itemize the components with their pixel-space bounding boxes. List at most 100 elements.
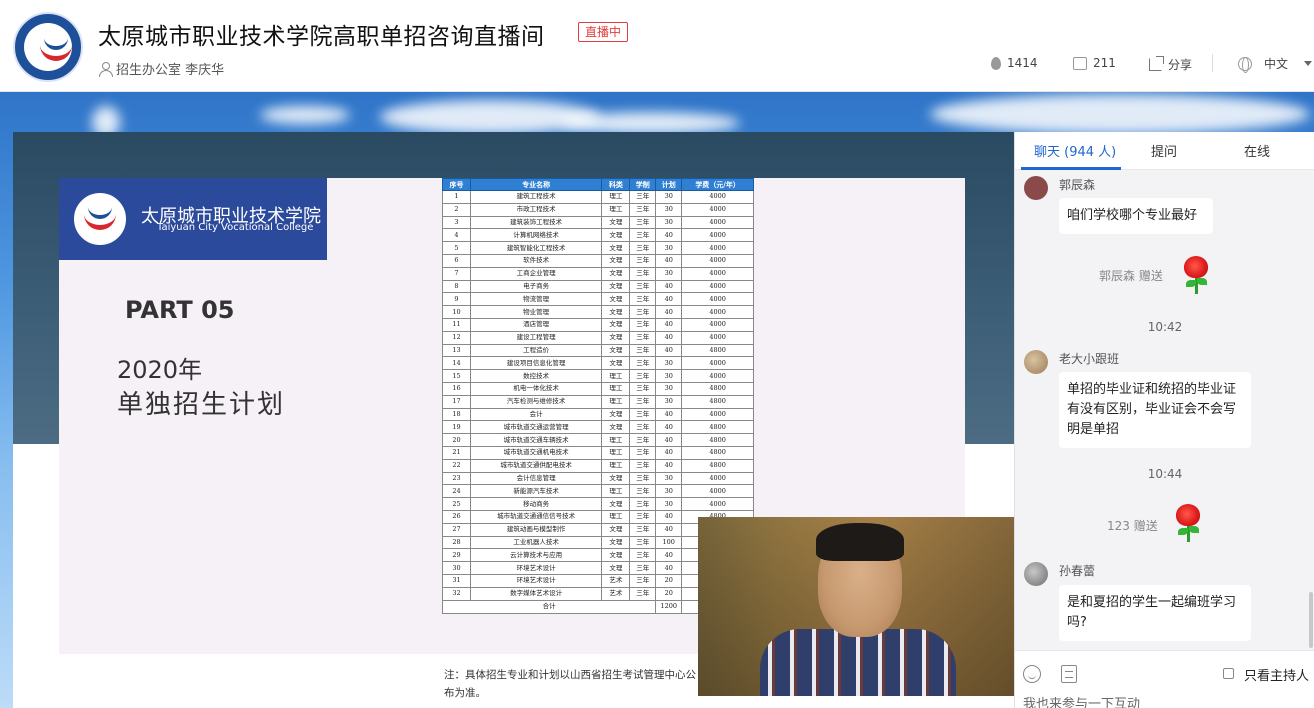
table-cell: 25	[442, 497, 471, 511]
table-cell: 4000	[681, 484, 754, 499]
table-cell: 7	[442, 266, 471, 281]
thumbs-up-icon	[1073, 56, 1087, 70]
header: 太原城市职业技术学院高职单招咨询直播间 直播中 招生办公室 李庆华 1414 2…	[0, 0, 1314, 92]
tab-online[interactable]: 在线	[1244, 141, 1270, 160]
table-cell: 酒店管理	[469, 317, 603, 332]
table-cell: 会计信息管理	[469, 471, 603, 486]
table-cell: 22	[442, 458, 471, 473]
table-cell: 40	[655, 458, 683, 473]
table-cell: 40	[655, 292, 683, 307]
table-row: 5 建筑智能化工程技术 文理 三年 30 4000	[442, 241, 754, 255]
table-cell: 3	[442, 215, 471, 230]
college-logo	[13, 12, 83, 82]
table-cell: 机电一体化技术	[469, 381, 603, 396]
table-cell: 26	[442, 509, 471, 524]
table-cell: 三年	[629, 561, 657, 575]
table-cell: 4000	[681, 202, 754, 217]
rose-icon	[1173, 504, 1203, 544]
table-cell: 4000	[681, 407, 754, 422]
slide-note: 注：具体招生专业和计划以山西省招生考试管理中心公布为准。	[444, 669, 696, 699]
table-cell: 三年	[629, 266, 657, 281]
table-cell: 理工	[601, 433, 631, 447]
person-icon	[98, 61, 113, 77]
table-cell: 40	[655, 445, 683, 460]
slide-banner: 太原城市职业技术学院 Taiyuan City Vocational Colle…	[59, 178, 327, 260]
note-icon[interactable]	[1061, 665, 1077, 683]
active-tab-indicator	[1021, 167, 1121, 170]
language-selector[interactable]: 中文	[1238, 55, 1313, 73]
table-cell: 10	[442, 305, 471, 319]
table-row: 3 建筑装饰工程技术 文理 三年 30 4000	[442, 215, 754, 230]
chat-scrollbar[interactable]	[1309, 592, 1313, 648]
table-cell: 三年	[629, 279, 657, 294]
slide-year: 2020年	[117, 356, 203, 384]
rose-icon	[1181, 256, 1211, 296]
avatar[interactable]	[1024, 562, 1048, 586]
table-cell: 建设项目信息化管理	[469, 356, 603, 371]
like-button[interactable]: 211	[1073, 56, 1116, 70]
table-cell: 18	[442, 407, 471, 422]
tab-chat[interactable]: 聊天 (944 人)	[1034, 141, 1116, 160]
table-cell: 40	[655, 343, 683, 358]
table-cell: 40	[655, 561, 683, 575]
gift-notice: 123 赠送	[1107, 519, 1158, 533]
language-label: 中文	[1264, 57, 1289, 71]
tab-questions[interactable]: 提问	[1151, 141, 1177, 160]
table-cell: 19	[442, 420, 471, 435]
total-label: 合计	[441, 599, 657, 614]
table-cell: 文理	[601, 522, 631, 537]
emoji-icon[interactable]	[1023, 665, 1041, 683]
table-cell: 4000	[681, 305, 754, 319]
table-cell: 6	[442, 253, 471, 268]
chat-input[interactable]: 我也来参与一下互动	[1023, 693, 1140, 708]
table-cell: 三年	[629, 497, 657, 511]
table-cell: 三年	[629, 330, 657, 345]
table-cell: 40	[655, 407, 683, 422]
table-cell: 4000	[681, 497, 754, 511]
table-cell: 文理	[601, 548, 631, 563]
table-cell: 40	[655, 330, 683, 345]
table-row: 14 建设项目信息化管理 文理 三年 30 4000	[442, 356, 754, 371]
table-row: 15 数控技术 理工 三年 30 4000	[442, 369, 754, 383]
chat-message: 咱们学校哪个专业最好	[1059, 198, 1213, 234]
table-cell: 4000	[681, 471, 754, 486]
table-cell: 三年	[629, 394, 657, 409]
share-button[interactable]: 分享	[1149, 56, 1192, 73]
page-title: 太原城市职业技术学院高职单招咨询直播间	[98, 24, 545, 50]
table-cell: 理工	[601, 484, 631, 499]
table-cell: 三年	[629, 241, 657, 255]
presenter-shirt	[760, 629, 956, 696]
table-row: 10 物业管理 文理 三年 40 4000	[442, 305, 754, 319]
table-cell: 1	[442, 190, 471, 204]
table-cell: 工业机器人技术	[469, 535, 603, 550]
table-cell: 30	[655, 484, 683, 499]
table-cell: 计算机网络技术	[469, 228, 603, 243]
table-cell: 40	[655, 228, 683, 243]
table-cell: 30	[655, 497, 683, 511]
table-cell: 11	[442, 317, 471, 332]
table-cell: 4000	[681, 279, 754, 294]
table-cell: 31	[442, 573, 471, 588]
table-cell: 城市轨道交通运营管理	[469, 420, 603, 435]
table-cell: 软件技术	[469, 253, 603, 268]
table-cell: 三年	[629, 381, 657, 396]
table-cell: 三年	[629, 509, 657, 524]
avatar[interactable]	[1024, 176, 1048, 200]
table-cell: 20	[655, 573, 683, 588]
table-cell: 物业管理	[469, 305, 603, 319]
table-cell: 市政工程技术	[469, 202, 603, 217]
table-row: 7 工商企业管理 文理 三年 30 4000	[442, 266, 754, 281]
host-only-checkbox[interactable]	[1223, 668, 1234, 679]
table-cell: 工程造价	[469, 343, 603, 358]
table-cell: 4800	[681, 394, 754, 409]
video-player[interactable]: 太原城市职业技术学院 Taiyuan City Vocational Colle…	[13, 132, 1014, 708]
table-cell: 30	[655, 266, 683, 281]
table-cell: 城市轨道交通通信信号技术	[469, 509, 603, 524]
share-label: 分享	[1168, 58, 1193, 72]
table-row: 23 会计信息管理 文理 三年 30 4000	[442, 471, 754, 486]
table-cell: 建设工程管理	[469, 330, 603, 345]
table-cell: 20	[655, 586, 683, 601]
table-cell: 8	[442, 279, 471, 294]
table-cell: 4000	[681, 369, 754, 383]
avatar[interactable]	[1024, 350, 1048, 374]
